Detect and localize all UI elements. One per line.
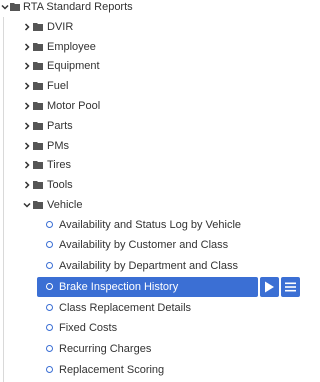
- circle-bullet-icon: [46, 262, 53, 269]
- report-menu-button[interactable]: [281, 277, 300, 297]
- tree-folder-tires[interactable]: Tires: [0, 155, 300, 175]
- tree-folder-label: Fuel: [47, 80, 69, 92]
- folder-icon: [33, 175, 43, 195]
- folder-icon: [33, 136, 43, 156]
- report-label: Availability by Customer and Class: [59, 239, 229, 251]
- chevron-right-icon[interactable]: [22, 56, 32, 76]
- tree-folder-label: Tires: [47, 159, 72, 171]
- tree-folder-label: Parts: [47, 120, 73, 132]
- tree-folder-motor-pool[interactable]: Motor Pool: [0, 96, 300, 116]
- report-label: Replacement Scoring: [59, 364, 165, 376]
- report-item[interactable]: Availability and Status Log by Vehicle: [46, 215, 296, 235]
- tree-folder-fuel[interactable]: Fuel: [0, 76, 300, 96]
- tree-folder-label: Tools: [47, 179, 73, 191]
- circle-bullet-icon: [46, 283, 53, 290]
- chevron-right-icon[interactable]: [22, 96, 32, 116]
- tree-folder-pms[interactable]: PMs: [0, 136, 300, 156]
- report-item[interactable]: Replacement Scoring: [46, 360, 296, 380]
- report-label: Availability and Status Log by Vehicle: [59, 219, 242, 231]
- tree-folder-label: Vehicle: [47, 199, 83, 211]
- tree-root-label: RTA Standard Reports: [23, 1, 133, 13]
- folder-icon: [33, 155, 43, 175]
- tree-folder-parts[interactable]: Parts: [0, 116, 300, 136]
- folder-icon: [33, 56, 43, 76]
- chevron-down-icon[interactable]: [0, 0, 10, 17]
- circle-bullet-icon: [46, 241, 53, 248]
- tree-root-node[interactable]: RTA Standard Reports: [0, 0, 300, 17]
- folder-icon: [33, 116, 43, 136]
- tree-folder-label: Equipment: [47, 60, 100, 72]
- tree-folder-dvir[interactable]: DVIR: [0, 17, 300, 37]
- chevron-right-icon[interactable]: [22, 37, 32, 57]
- circle-bullet-icon: [46, 345, 53, 352]
- folder-icon: [33, 96, 43, 116]
- tree-folder-label: Employee: [47, 41, 96, 53]
- circle-bullet-icon: [46, 304, 53, 311]
- report-label: Brake Inspection History: [59, 281, 179, 293]
- chevron-right-icon[interactable]: [22, 116, 32, 136]
- report-item[interactable]: Fixed Costs: [46, 318, 296, 338]
- report-label: Recurring Charges: [59, 343, 152, 355]
- tree-folder-vehicle[interactable]: Vehicle: [0, 195, 300, 215]
- folder-icon: [33, 195, 43, 215]
- chevron-right-icon[interactable]: [22, 175, 32, 195]
- folder-icon: [10, 0, 20, 17]
- chevron-right-icon[interactable]: [22, 136, 32, 156]
- circle-bullet-icon: [46, 366, 53, 373]
- chevron-right-icon[interactable]: [22, 155, 32, 175]
- report-item[interactable]: Availability by Department and Class: [46, 256, 296, 276]
- report-label: Fixed Costs: [59, 322, 118, 334]
- run-report-button[interactable]: [260, 277, 279, 297]
- tree-folder-employee[interactable]: Employee: [0, 37, 300, 57]
- folder-icon: [33, 17, 43, 37]
- folder-icon: [33, 76, 43, 96]
- chevron-down-icon[interactable]: [22, 195, 32, 215]
- circle-bullet-icon: [46, 221, 53, 228]
- chevron-right-icon[interactable]: [22, 17, 32, 37]
- tree-folder-equipment[interactable]: Equipment: [0, 56, 300, 76]
- folder-icon: [33, 37, 43, 57]
- report-item-selected[interactable]: Brake Inspection History: [37, 277, 258, 297]
- report-item[interactable]: Recurring Charges: [46, 339, 296, 359]
- circle-bullet-icon: [46, 324, 53, 331]
- tree-folder-label: PMs: [47, 140, 69, 152]
- report-item[interactable]: Class Replacement Details: [46, 298, 296, 318]
- report-item[interactable]: Availability by Customer and Class: [46, 235, 296, 255]
- tree-folder-tools[interactable]: Tools: [0, 175, 300, 195]
- report-label: Availability by Department and Class: [59, 260, 238, 272]
- chevron-right-icon[interactable]: [22, 76, 32, 96]
- tree-folder-label: Motor Pool: [47, 100, 101, 112]
- tree-folder-label: DVIR: [47, 21, 74, 33]
- report-label: Class Replacement Details: [59, 302, 192, 314]
